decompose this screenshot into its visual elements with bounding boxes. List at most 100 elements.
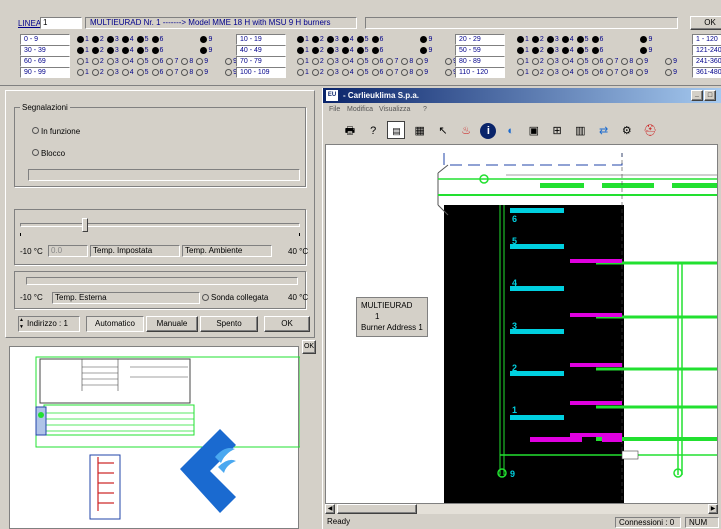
in-funzione-radio[interactable] — [32, 127, 39, 134]
indicator-radio-single[interactable]: 9 — [199, 45, 212, 56]
indicator-radio[interactable]: 4 — [341, 67, 354, 78]
indicator-radio[interactable]: 9 — [635, 56, 648, 67]
indirizzo-field[interactable]: Indirizzo : 1 — [18, 316, 80, 332]
indicator-radio[interactable]: 5 — [576, 45, 589, 56]
refresh-icon[interactable]: ⇄ — [595, 122, 613, 140]
indicator-radio[interactable]: 7 — [165, 67, 178, 78]
indicator-radio[interactable]: 1 — [76, 45, 89, 56]
indicator-radio[interactable]: 1 — [76, 67, 89, 78]
range-20-29[interactable]: 20 - 29 — [455, 34, 505, 45]
indicator-radio[interactable]: 2 — [91, 56, 104, 67]
indicator-radio[interactable]: 4 — [121, 56, 134, 67]
indicator-radio[interactable]: 3 — [106, 45, 119, 56]
indicator-radio[interactable]: 1 — [296, 67, 309, 78]
indicator-radio[interactable]: 5 — [136, 67, 149, 78]
document-icon[interactable]: ▦ — [411, 122, 429, 140]
range-90-99[interactable]: 90 - 99 — [20, 67, 70, 78]
range-0-9[interactable]: 0 - 9 — [20, 34, 70, 45]
menu-visualizza[interactable]: Visualizza — [379, 104, 410, 116]
print-icon[interactable]: 🖶 — [341, 122, 359, 140]
indicator-radio[interactable]: 3 — [546, 45, 559, 56]
alarm-icon[interactable]: ⛑ — [641, 122, 659, 140]
indicator-radio[interactable]: 1 — [516, 45, 529, 56]
form-icon[interactable]: ▤ — [387, 121, 406, 139]
range-361-480[interactable]: 361-480 — [692, 67, 721, 78]
range-10-19[interactable]: 10 - 19 — [236, 34, 286, 45]
help-icon[interactable]: ? — [364, 122, 382, 140]
indicator-radio[interactable]: 2 — [91, 34, 104, 45]
indicator-radio[interactable]: 1 — [516, 34, 529, 45]
indicator-radio[interactable]: 9 — [635, 67, 648, 78]
range-60-69[interactable]: 60 - 69 — [20, 56, 70, 67]
indicator-radio-single[interactable]: 9 — [664, 56, 677, 67]
indicator-radio[interactable]: 6 — [371, 34, 383, 45]
globe-icon[interactable]: ◐ — [502, 122, 520, 140]
range-30-39[interactable]: 30 - 39 — [20, 45, 70, 56]
network-icon[interactable]: ⚙ — [618, 122, 636, 140]
indicator-radio[interactable]: 6 — [591, 56, 603, 67]
indicator-radio[interactable]: 5 — [576, 56, 589, 67]
range-80-89[interactable]: 80 - 89 — [455, 56, 505, 67]
indicator-radio[interactable]: 5 — [136, 45, 149, 56]
indicator-radio[interactable]: 9 — [195, 56, 208, 67]
indicator-radio[interactable]: 6 — [151, 56, 163, 67]
indicator-radio[interactable]: 5 — [136, 34, 149, 45]
indicator-radio[interactable]: 4 — [121, 45, 134, 56]
spento-button[interactable]: Spento — [200, 316, 258, 332]
indicator-radio[interactable]: 4 — [561, 45, 574, 56]
indicator-radio-single[interactable]: 9 — [419, 34, 432, 45]
indicator-radio[interactable]: 3 — [326, 56, 339, 67]
indicator-radio[interactable]: 6 — [371, 67, 383, 78]
menu-file[interactable]: File — [329, 104, 340, 116]
temp-slider-track[interactable] — [20, 223, 300, 227]
spin-down-icon[interactable]: ▼ — [19, 324, 24, 330]
range-50-59[interactable]: 50 - 59 — [455, 45, 505, 56]
indicator-radio[interactable]: 2 — [91, 45, 104, 56]
indicator-radio[interactable]: 3 — [106, 34, 119, 45]
indicator-radio[interactable]: 2 — [91, 67, 104, 78]
indicator-radio[interactable]: 3 — [326, 45, 339, 56]
indicator-radio[interactable]: 5 — [356, 34, 369, 45]
indicator-radio[interactable]: 1 — [76, 56, 89, 67]
range-40-49[interactable]: 40 - 49 — [236, 45, 286, 56]
indicator-radio[interactable]: 8 — [180, 67, 193, 78]
horizontal-scrollbar[interactable]: ◀ ▶ — [325, 504, 718, 514]
automatico-button[interactable]: Automatico — [86, 316, 144, 332]
paint-icon[interactable]: ♨ — [457, 122, 475, 140]
indicator-radio[interactable]: 7 — [165, 56, 178, 67]
scroll-left-button[interactable]: ◀ — [325, 504, 335, 514]
indicator-radio[interactable]: 5 — [576, 67, 589, 78]
indicator-radio[interactable]: 4 — [561, 34, 574, 45]
indicator-radio[interactable]: 2 — [311, 45, 324, 56]
indicator-radio[interactable]: 2 — [531, 67, 544, 78]
menu-help[interactable]: ? — [423, 104, 427, 116]
preview-canvas[interactable] — [9, 346, 300, 529]
range-70-79[interactable]: 70 - 79 — [236, 56, 286, 67]
indicator-radio[interactable]: 2 — [311, 34, 324, 45]
dot-grid-3[interactable]: 1234569123456912345678991234567899 — [516, 34, 679, 78]
indicator-radio[interactable]: 2 — [531, 56, 544, 67]
preview-ok-button[interactable]: OK — [302, 340, 316, 354]
indicator-radio[interactable]: 1 — [76, 34, 89, 45]
indicator-radio[interactable]: 5 — [356, 56, 369, 67]
indicator-radio[interactable]: 4 — [121, 34, 134, 45]
panel-ok-button[interactable]: OK — [264, 316, 310, 332]
indicator-radio[interactable]: 2 — [531, 34, 544, 45]
indicator-radio[interactable]: 9 — [415, 56, 428, 67]
top-ok-button[interactable]: OK — [690, 16, 721, 30]
indicator-radio[interactable]: 7 — [385, 67, 398, 78]
dot-grid-2[interactable]: 1234569123456912345678991234567899 — [296, 34, 459, 78]
range-241-360[interactable]: 241-360 — [692, 56, 721, 67]
indicator-radio[interactable]: 6 — [151, 34, 163, 45]
set-value-field[interactable]: 0.0 — [48, 245, 88, 257]
indicator-radio-single[interactable]: 9 — [419, 45, 432, 56]
indicator-radio[interactable]: 1 — [296, 56, 309, 67]
indicator-radio[interactable]: 1 — [516, 56, 529, 67]
indicator-radio[interactable]: 2 — [311, 56, 324, 67]
range-110-120[interactable]: 110 - 120 — [455, 67, 505, 78]
indicator-radio[interactable]: 5 — [136, 56, 149, 67]
indicator-radio[interactable]: 2 — [311, 67, 324, 78]
maximize-button[interactable]: □ — [704, 90, 716, 101]
indicator-radio[interactable]: 9 — [195, 67, 208, 78]
indicator-radio[interactable]: 1 — [296, 45, 309, 56]
